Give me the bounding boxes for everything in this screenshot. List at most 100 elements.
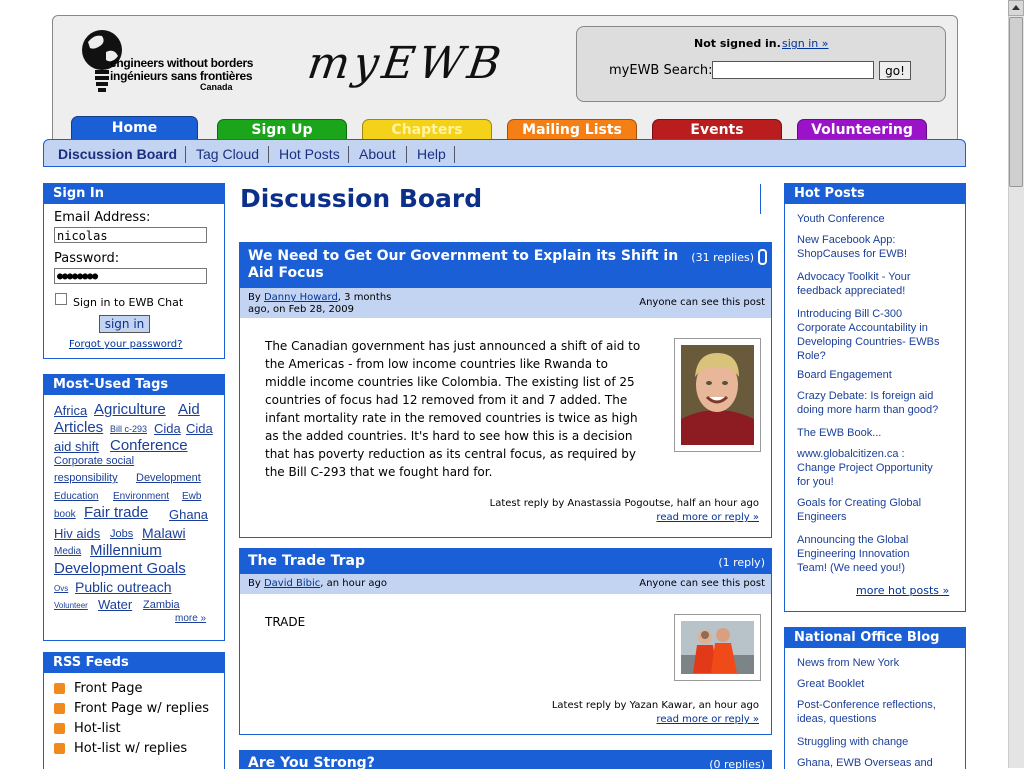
post-author-link[interactable]: David Bibic bbox=[264, 578, 320, 589]
tag-link[interactable]: Africa bbox=[54, 403, 87, 418]
rss-hot-list-replies[interactable]: Hot-list w/ replies bbox=[74, 741, 187, 756]
subnav-tag-cloud[interactable]: Tag Cloud bbox=[196, 146, 259, 162]
chat-checkbox[interactable] bbox=[55, 293, 67, 305]
post-byline: By Danny Howard, 3 months ago, on Feb 28… bbox=[248, 292, 391, 316]
tag-link[interactable]: Hiv aids bbox=[54, 526, 100, 541]
hot-post-link[interactable]: Youth Conference bbox=[797, 212, 965, 226]
tag-link[interactable]: Environment bbox=[113, 491, 169, 502]
tag-link[interactable]: Millennium bbox=[90, 542, 162, 559]
post-body-line: middle income countries like Colombia. T… bbox=[265, 375, 635, 389]
post-meta: By Danny Howard, 3 months ago, on Feb 28… bbox=[240, 288, 771, 318]
read-more-link[interactable]: read more or reply » bbox=[239, 714, 759, 725]
password-field[interactable]: ●●●●●●●● bbox=[54, 268, 207, 284]
subnav-separator bbox=[185, 146, 186, 163]
search-go-button[interactable]: go! bbox=[879, 61, 911, 80]
post-title-link[interactable]: The Trade Trap bbox=[248, 553, 365, 570]
tag-link[interactable]: Volunteer bbox=[54, 601, 88, 610]
tag-link[interactable]: Ovs bbox=[54, 584, 68, 593]
scrollbar-thumb[interactable] bbox=[1009, 17, 1023, 187]
blog-link[interactable]: Post-Conference reflections, ideas, quest… bbox=[797, 698, 965, 726]
tab-volunteering[interactable]: Volunteering bbox=[797, 119, 927, 141]
hot-post-link[interactable]: www.globalcitizen.ca : Change Project Opp… bbox=[797, 447, 965, 489]
tag-link[interactable]: Agriculture bbox=[94, 401, 166, 418]
tag-link[interactable]: aid shift bbox=[54, 439, 99, 454]
tag-link[interactable]: Articles bbox=[54, 419, 103, 436]
tag-link[interactable]: Zambia bbox=[143, 599, 180, 611]
hot-post-link[interactable]: Board Engagement bbox=[797, 368, 965, 382]
subnav-discussion-board[interactable]: Discussion Board bbox=[58, 146, 177, 162]
hot-post-line: Crazy Debate: Is foreign aid bbox=[797, 390, 934, 402]
rss-icon bbox=[54, 683, 65, 694]
more-hot-posts-link[interactable]: more hot posts » bbox=[856, 584, 949, 597]
tag-link[interactable]: Media bbox=[54, 546, 81, 557]
post-title-link[interactable]: We Need to Get Our Government to Explain… bbox=[248, 248, 678, 282]
author-avatar[interactable] bbox=[674, 614, 761, 681]
post-body-line: that has poverty reduction as its centra… bbox=[265, 447, 637, 461]
hot-post-link[interactable]: Goals for Creating Global Engineers bbox=[797, 496, 965, 524]
tab-chapters[interactable]: Chapters bbox=[362, 119, 492, 141]
tag-link[interactable]: Ewb bbox=[182, 491, 201, 502]
hot-post-link[interactable]: New Facebook App: ShopCauses for EWB! bbox=[797, 233, 965, 261]
post-reply-count: (0 replies) bbox=[709, 758, 765, 771]
blog-link[interactable]: Great Booklet bbox=[797, 677, 965, 691]
hot-post-link[interactable]: Advocacy Toolkit - Your feedback apprecia… bbox=[797, 270, 965, 298]
post-header: The Trade Trap (1 reply) bbox=[240, 549, 771, 574]
subnav-help[interactable]: Help bbox=[417, 146, 446, 162]
tag-link[interactable]: Fair trade bbox=[84, 504, 148, 521]
logo-text-english: engineers without borders bbox=[110, 56, 254, 70]
post-header: We Need to Get Our Government to Explain… bbox=[240, 243, 771, 288]
subnav-about[interactable]: About bbox=[359, 146, 396, 162]
rss-hot-list[interactable]: Hot-list bbox=[74, 721, 121, 736]
tag-link[interactable]: Public outreach bbox=[75, 579, 172, 595]
read-more-link[interactable]: read more or reply » bbox=[239, 512, 759, 523]
hot-post-line: Board Engagement bbox=[797, 369, 892, 381]
tag-link[interactable]: Ghana bbox=[169, 507, 208, 522]
tag-link[interactable]: Cida bbox=[154, 421, 181, 436]
post-title-link[interactable]: Are You Strong? bbox=[248, 755, 375, 772]
blog-link[interactable]: News from New York bbox=[797, 656, 965, 670]
brand-wordmark[interactable]: myEWB bbox=[304, 38, 507, 89]
tag-link[interactable]: Jobs bbox=[110, 528, 133, 540]
tag-link[interactable]: Malawi bbox=[142, 525, 186, 541]
tag-link[interactable]: Conference bbox=[110, 437, 188, 454]
author-avatar[interactable] bbox=[674, 338, 761, 452]
tab-sign-up[interactable]: Sign Up bbox=[217, 119, 347, 141]
header-signin-link[interactable]: sign in » bbox=[782, 37, 829, 50]
tag-link[interactable]: Water bbox=[98, 597, 132, 612]
tag-link[interactable]: book bbox=[54, 509, 76, 520]
scroll-up-arrow-icon[interactable] bbox=[1008, 0, 1024, 16]
email-field[interactable]: nicolas bbox=[54, 227, 207, 243]
tag-link[interactable]: Aid bbox=[178, 401, 200, 418]
tag-link[interactable]: Development bbox=[136, 472, 201, 484]
rss-front-page-replies[interactable]: Front Page w/ replies bbox=[74, 701, 209, 716]
tag-link[interactable]: Cida bbox=[186, 421, 213, 436]
forgot-password-link[interactable]: Forgot your password? bbox=[69, 339, 182, 350]
hot-post-link[interactable]: Introducing Bill C-300 Corporate Accounta… bbox=[797, 307, 965, 363]
post-visibility: Anyone can see this post bbox=[639, 297, 765, 308]
rss-front-page[interactable]: Front Page bbox=[74, 681, 143, 696]
blog-line: Great Booklet bbox=[797, 678, 865, 690]
tag-link[interactable]: Education bbox=[54, 491, 98, 502]
tag-link[interactable]: Bill c-293 bbox=[110, 424, 147, 434]
password-label: Password: bbox=[54, 251, 120, 266]
hot-post-link[interactable]: Crazy Debate: Is foreign aid doing more h… bbox=[797, 389, 965, 417]
subnav-separator bbox=[268, 146, 269, 163]
tags-more-link[interactable]: more » bbox=[175, 613, 206, 624]
hot-post-line: Engineering Innovation bbox=[797, 548, 910, 560]
tag-link[interactable]: responsibility bbox=[54, 472, 118, 484]
blog-link[interactable]: Struggling with change bbox=[797, 735, 965, 749]
tab-mailing-lists[interactable]: Mailing Lists bbox=[507, 119, 637, 141]
search-input[interactable] bbox=[712, 61, 874, 79]
tag-link[interactable]: Corporate social bbox=[54, 455, 134, 467]
subnav-hot-posts[interactable]: Hot Posts bbox=[279, 146, 340, 162]
post-author-link[interactable]: Danny Howard bbox=[264, 292, 338, 303]
logo-text-country: Canada bbox=[200, 82, 233, 92]
signin-button[interactable]: sign in bbox=[99, 315, 150, 333]
tab-events[interactable]: Events bbox=[652, 119, 782, 141]
hot-post-link[interactable]: Announcing the Global Engineering Innovat… bbox=[797, 533, 965, 575]
tag-link[interactable]: Development Goals bbox=[54, 560, 186, 577]
hot-post-link[interactable]: The EWB Book... bbox=[797, 426, 965, 440]
rss-icon bbox=[54, 743, 65, 754]
post-body-line: the Americas - from low income countries… bbox=[265, 357, 608, 371]
post-date: , an hour ago bbox=[320, 578, 387, 589]
